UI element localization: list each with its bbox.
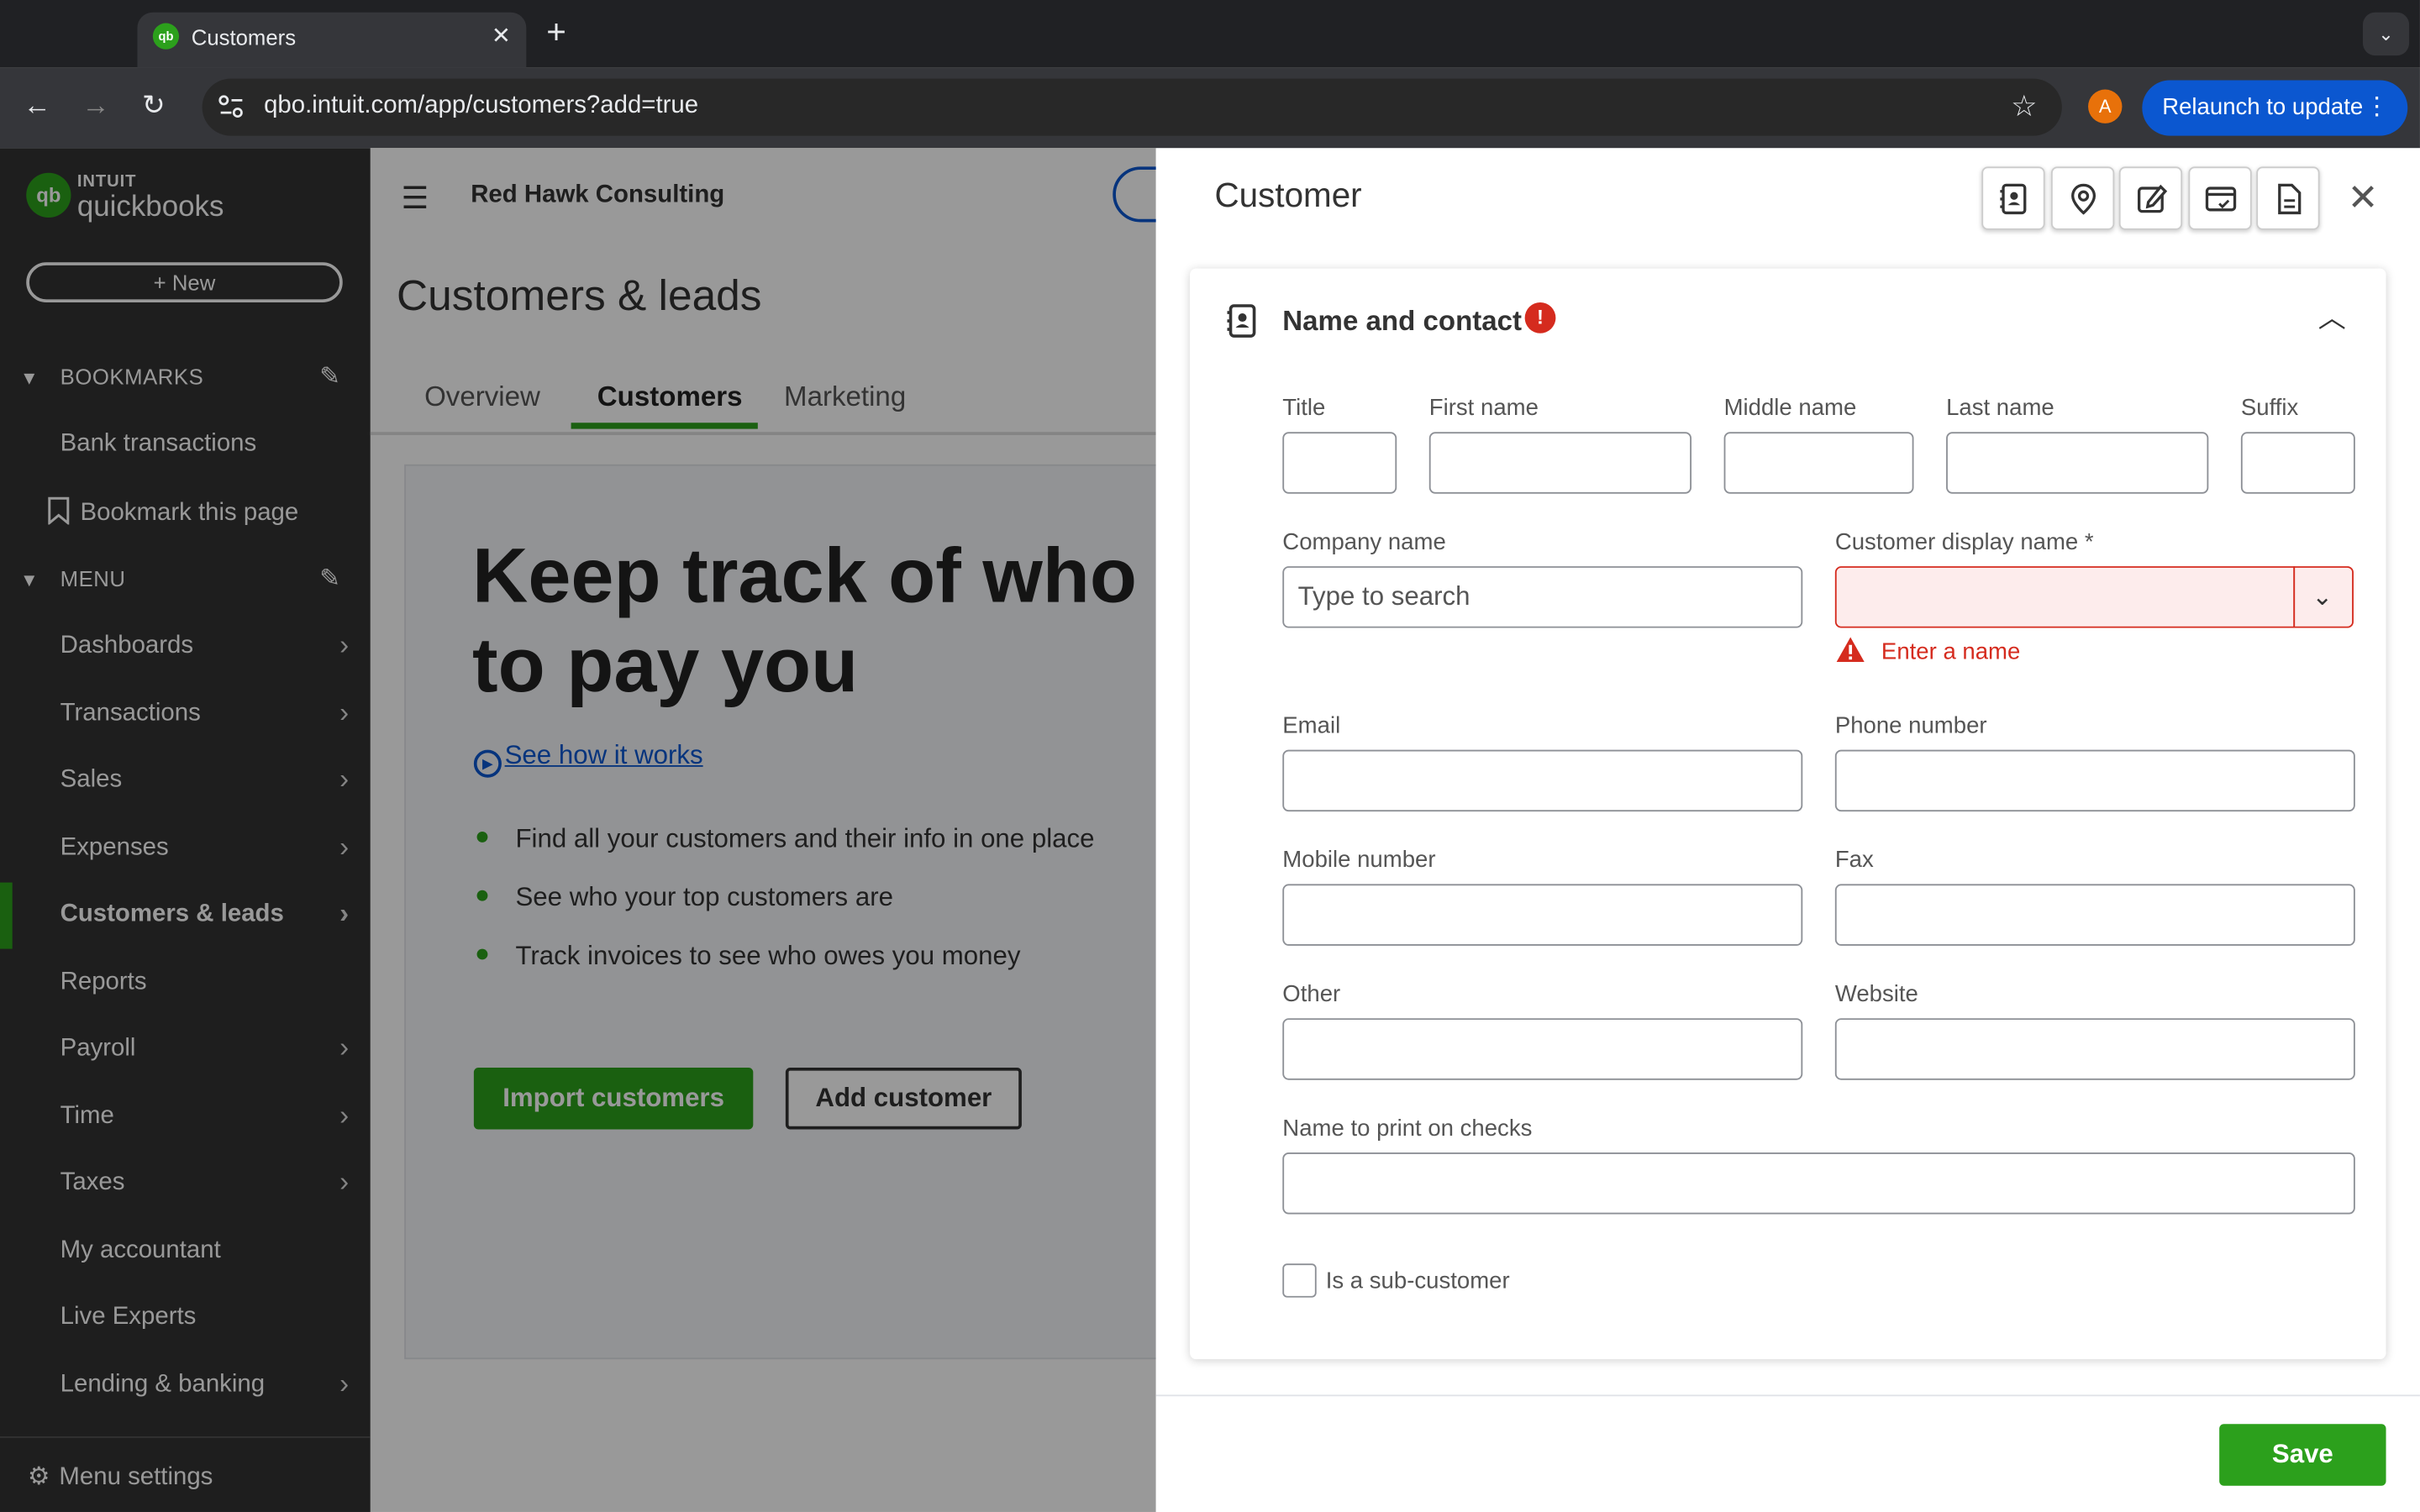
new-tab-icon[interactable]: + — [546, 14, 566, 49]
document-icon — [2278, 183, 2302, 215]
bookmark-star-icon[interactable]: ☆ — [2011, 90, 2037, 125]
tab-title: Customers — [191, 24, 297, 50]
location-pin-icon — [2071, 183, 2096, 215]
chevron-up-icon[interactable]: ︿ — [2318, 297, 2346, 337]
suffix-label: Suffix — [2240, 395, 2299, 422]
mobile-label: Mobile number — [1282, 847, 1436, 874]
email-field[interactable] — [1282, 749, 1803, 812]
contact-card-icon — [2000, 183, 2027, 215]
customer-drawer: Customer ✕ Name and contact ! ︿ Title Fi… — [1155, 148, 2420, 1512]
display-name-field[interactable] — [1834, 566, 2296, 628]
suffix-field[interactable] — [2240, 432, 2355, 494]
display-name-label: Customer display name * — [1834, 528, 2094, 556]
site-info-icon[interactable] — [218, 94, 245, 118]
contact-card-icon — [1224, 302, 1261, 339]
other-label: Other — [1282, 981, 1341, 1008]
back-arrow-icon[interactable]: ← — [24, 90, 51, 121]
additional-info-section-button[interactable] — [2256, 166, 2320, 230]
more-vert-icon[interactable]: ⋮ — [2365, 81, 2389, 136]
warning-triangle-icon — [1835, 636, 1866, 665]
drawer-footer-divider — [1155, 1394, 2420, 1397]
error-alert-icon: ! — [1524, 302, 1556, 333]
browser-toolbar: ← → ↻ qbo.intuit.com/app/customers?add=t… — [0, 67, 2420, 149]
company-name-field[interactable] — [1282, 566, 1803, 628]
reload-icon[interactable]: ↻ — [142, 90, 166, 121]
phone-field[interactable] — [1834, 749, 2355, 812]
fax-label: Fax — [1834, 847, 1874, 874]
print-name-label: Name to print on checks — [1282, 1115, 1533, 1142]
other-field[interactable] — [1282, 1018, 1803, 1080]
last-name-label: Last name — [1946, 395, 2054, 422]
website-label: Website — [1834, 981, 1918, 1008]
tab-search-chevron-icon[interactable]: ⌄ — [2362, 12, 2410, 56]
display-name-error: Enter a name — [1835, 636, 2021, 665]
middle-name-field[interactable] — [1723, 432, 1914, 494]
chevron-down-icon: ⌄ — [2312, 585, 2333, 612]
email-label: Email — [1282, 712, 1341, 739]
mobile-field[interactable] — [1282, 884, 1803, 946]
section-title: Name and contact — [1282, 305, 1523, 337]
print-name-field[interactable] — [1282, 1152, 2355, 1215]
last-name-field[interactable] — [1946, 432, 2209, 494]
sub-customer-checkbox[interactable] — [1282, 1263, 1317, 1298]
modal-backdrop[interactable] — [0, 148, 1156, 1512]
website-field[interactable] — [1834, 1018, 2355, 1080]
address-section-button[interactable] — [2050, 166, 2115, 230]
company-name-label: Company name — [1282, 528, 1446, 556]
profile-avatar[interactable]: A — [2088, 89, 2123, 123]
title-field[interactable] — [1282, 432, 1397, 494]
forward-arrow-icon[interactable]: → — [82, 90, 109, 121]
fax-field[interactable] — [1834, 884, 2355, 946]
first-name-field[interactable] — [1428, 432, 1692, 494]
close-icon[interactable]: ✕ — [2348, 176, 2379, 220]
address-bar[interactable]: qbo.intuit.com/app/customers?add=true ☆ — [202, 78, 2062, 136]
phone-label: Phone number — [1834, 712, 1987, 739]
title-label: Title — [1282, 395, 1326, 422]
name-and-contact-section: Name and contact ! ︿ Title First name Mi… — [1190, 268, 2386, 1360]
error-text: Enter a name — [1881, 638, 2021, 665]
relaunch-label: Relaunch to update — [2162, 94, 2364, 121]
tab-close-icon[interactable]: ✕ — [492, 22, 511, 50]
quickbooks-favicon-icon: qb — [152, 23, 180, 50]
browser-tab[interactable]: qb Customers ✕ — [137, 12, 527, 68]
drawer-title: Customer — [1214, 176, 1362, 215]
first-name-label: First name — [1428, 395, 1539, 422]
payments-section-button[interactable] — [2188, 166, 2252, 230]
middle-name-label: Middle name — [1723, 395, 1857, 422]
sub-customer-label: Is a sub-customer — [1325, 1268, 1510, 1294]
payment-card-icon — [2205, 186, 2237, 212]
relaunch-button[interactable]: Relaunch to update ⋮ — [2142, 80, 2408, 136]
save-button[interactable]: Save — [2219, 1424, 2386, 1486]
edit-note-icon — [2138, 184, 2168, 213]
url-text: qbo.intuit.com/app/customers?add=true — [264, 92, 699, 119]
contact-section-button[interactable] — [1981, 166, 2045, 230]
notes-section-button[interactable] — [2118, 166, 2183, 230]
display-name-dropdown-button[interactable]: ⌄ — [2293, 566, 2354, 628]
browser-tab-bar: qb Customers ✕ + ⌄ — [0, 0, 2420, 68]
